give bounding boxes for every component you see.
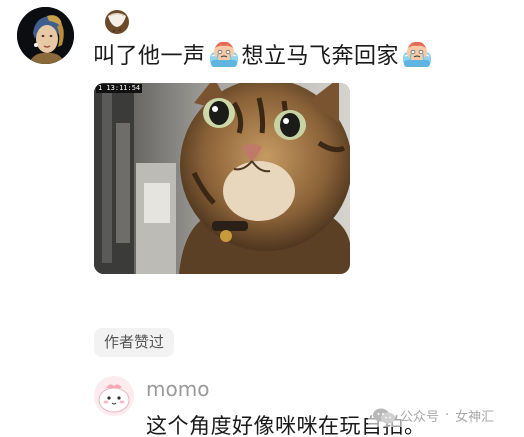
comment-thread: 叫了他一声 想立马飞奔回家 1 13:11:54 作者赞过 momo 这个角度好… bbox=[0, 0, 524, 437]
reply-avatar-image bbox=[94, 376, 134, 416]
watermark-account-type: 公众号 bbox=[400, 410, 440, 425]
cat-photo-image bbox=[94, 83, 350, 274]
watermark: 公众号 · 女神汇 bbox=[368, 404, 499, 427]
coconut-icon bbox=[102, 6, 132, 36]
crying-face-icon bbox=[208, 38, 240, 70]
reply-username[interactable]: momo bbox=[146, 377, 209, 401]
crying-face-icon bbox=[401, 38, 433, 70]
avatar[interactable] bbox=[17, 7, 74, 64]
comment-photo[interactable]: 1 13:11:54 bbox=[94, 83, 350, 274]
watermark-separator: · bbox=[445, 408, 450, 423]
wechat-logo-icon bbox=[373, 408, 395, 423]
author-liked-badge: 作者赞过 bbox=[94, 328, 175, 357]
comment-text-part1: 叫了他一声 bbox=[93, 44, 206, 69]
reply-avatar[interactable] bbox=[94, 376, 134, 416]
watermark-account-name: 女神汇 bbox=[455, 410, 495, 425]
comment-text-part2: 想立马飞奔回家 bbox=[241, 44, 400, 69]
comment-text: 叫了他一声 想立马飞奔回家 bbox=[93, 36, 435, 72]
avatar-portrait-image bbox=[17, 7, 74, 64]
photo-timestamp: 1 13:11:54 bbox=[96, 84, 143, 93]
